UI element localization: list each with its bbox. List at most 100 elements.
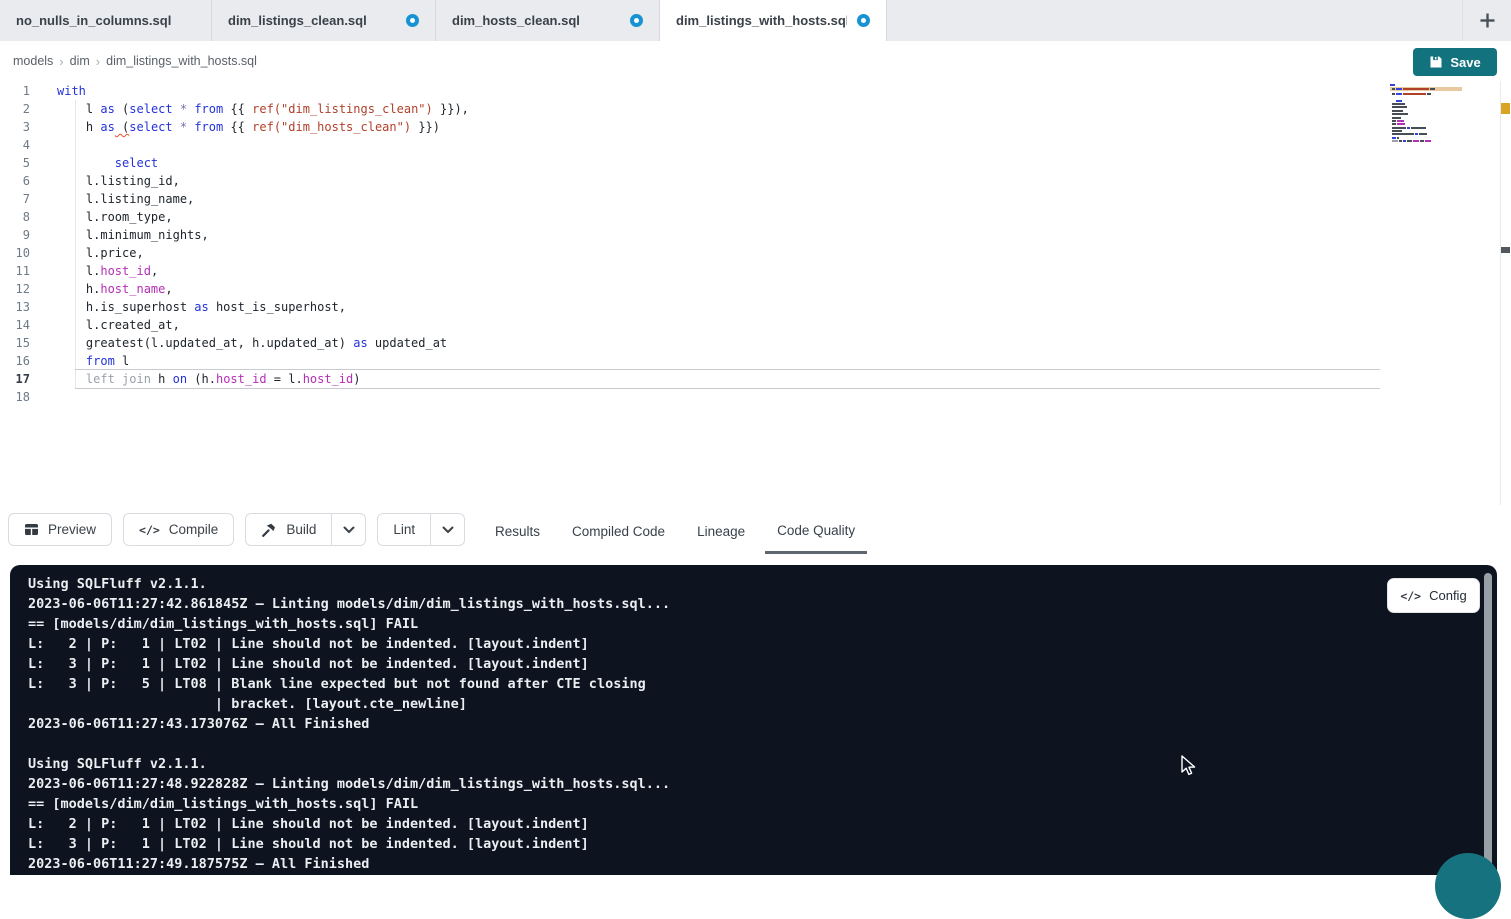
scrollbar-thumb[interactable] xyxy=(1501,247,1510,253)
minimap-row xyxy=(1390,100,1462,102)
code-text: l.price, xyxy=(57,244,144,262)
code-line: 8 l.room_type, xyxy=(0,208,1511,226)
code-text: h.host_name, xyxy=(57,280,173,298)
editor-tab[interactable]: dim_hosts_clean.sql xyxy=(436,0,660,41)
minimap-segment xyxy=(1392,93,1395,95)
code-line: 18 xyxy=(0,388,1511,406)
minimap-segment xyxy=(1396,100,1402,102)
minimap-segment xyxy=(1392,110,1403,112)
minimap-segment xyxy=(1392,123,1396,125)
breadcrumb-separator-icon: › xyxy=(59,54,63,69)
tab-bar: no_nulls_in_columns.sql dim_listings_clea… xyxy=(0,0,1511,41)
tab-label: no_nulls_in_columns.sql xyxy=(16,13,171,28)
code-line: 5 select xyxy=(0,154,1511,172)
terminal-line: 2023-06-06T11:27:43.173076Z — All Finish… xyxy=(28,714,670,734)
line-number: 12 xyxy=(0,280,30,298)
minimap-segment xyxy=(1392,127,1406,129)
code-line: 17 left join h on (h.host_id = l.host_id… xyxy=(0,370,1511,388)
code-line: 10 l.price, xyxy=(0,244,1511,262)
minimap-segment xyxy=(1392,117,1401,119)
editor-scrollbar[interactable] xyxy=(1500,81,1511,505)
modified-dot-icon xyxy=(406,14,419,27)
config-button[interactable]: </> Config xyxy=(1387,578,1480,613)
code-line: 6 l.listing_id, xyxy=(0,172,1511,190)
breadcrumb-item[interactable]: models xyxy=(13,54,53,68)
terminal-scrollbar[interactable] xyxy=(1484,573,1492,872)
lint-dropdown-button[interactable] xyxy=(430,513,465,546)
minimap-segment xyxy=(1397,120,1404,122)
minimap-segment xyxy=(1392,130,1402,132)
minimap-row xyxy=(1390,113,1462,115)
code-line: 13 h.is_superhost as host_is_superhost, xyxy=(0,298,1511,316)
minimap-segment xyxy=(1413,140,1419,142)
plus-icon xyxy=(1479,12,1496,29)
line-number: 6 xyxy=(0,172,30,190)
code-text: l.minimum_nights, xyxy=(57,226,209,244)
line-number: 13 xyxy=(0,298,30,316)
minimap-segment xyxy=(1397,123,1405,125)
line-number: 18 xyxy=(0,388,30,406)
panel-tab-compiled-code[interactable]: Compiled Code xyxy=(560,509,677,554)
code-text: h.is_superhost as host_is_superhost, xyxy=(57,298,346,316)
terminal-panel[interactable]: Using SQLFluff v2.1.1.2023-06-06T11:27:4… xyxy=(10,565,1497,875)
panel-tab-code-quality[interactable]: Code Quality xyxy=(765,509,867,554)
terminal-line: | bracket. [layout.cte_newline] xyxy=(28,694,670,714)
terminal-line: == [models/dim/dim_listings_with_hosts.s… xyxy=(28,614,670,634)
minimap-segment xyxy=(1403,93,1426,95)
build-dropdown-button[interactable] xyxy=(331,513,366,546)
line-number: 4 xyxy=(0,136,30,154)
compile-button[interactable]: </> Compile xyxy=(123,513,234,546)
minimap-segment xyxy=(1425,140,1431,142)
code-line: 7 l.listing_name, xyxy=(0,190,1511,208)
line-number: 1 xyxy=(0,82,30,100)
minimap-segment xyxy=(1420,140,1424,142)
save-button[interactable]: Save xyxy=(1413,48,1497,76)
panel-tab-results[interactable]: Results xyxy=(483,509,552,554)
help-chat-bubble[interactable] xyxy=(1435,853,1501,919)
terminal-line: 2023-06-06T11:27:48.922828Z — Linting mo… xyxy=(28,774,670,794)
minimap-segment xyxy=(1392,137,1396,139)
tab-label: dim_hosts_clean.sql xyxy=(452,13,580,28)
code-line: 4 xyxy=(0,136,1511,154)
code-line: 16 from l xyxy=(0,352,1511,370)
code-text: l as (select * from {{ ref("dim_listings… xyxy=(57,100,469,118)
preview-button[interactable]: Preview xyxy=(8,513,112,546)
terminal-line: == [models/dim/dim_listings_with_hosts.s… xyxy=(28,794,670,814)
minimap-row xyxy=(1390,120,1462,122)
config-label: Config xyxy=(1429,588,1467,603)
minimap-row xyxy=(1390,106,1462,108)
modified-dot-icon xyxy=(857,14,870,27)
minimap-segment xyxy=(1407,127,1410,129)
breadcrumb-item[interactable]: dim xyxy=(70,54,90,68)
minimap-segment xyxy=(1430,88,1435,90)
editor-tab[interactable]: dim_listings_clean.sql xyxy=(212,0,436,41)
code-text: greatest(l.updated_at, h.updated_at) as … xyxy=(57,334,447,352)
code-line: 12 h.host_name, xyxy=(0,280,1511,298)
build-button[interactable]: Build xyxy=(245,513,331,546)
line-number: 9 xyxy=(0,226,30,244)
minimap-row xyxy=(1390,103,1462,105)
code-text: with xyxy=(57,82,86,100)
lint-button[interactable]: Lint xyxy=(377,513,430,546)
breadcrumb-item[interactable]: dim_listings_with_hosts.sql xyxy=(106,54,257,68)
code-text: l.created_at, xyxy=(57,316,180,334)
minimap-row xyxy=(1390,137,1462,139)
code-line: 2 l as (select * from {{ ref("dim_listin… xyxy=(0,100,1511,118)
minimap-row xyxy=(1390,117,1462,119)
minimap-segment xyxy=(1399,140,1402,142)
terminal-line: Using SQLFluff v2.1.1. xyxy=(28,574,670,594)
terminal-line: L: 2 | P: 1 | LT02 | Line should not be … xyxy=(28,814,670,834)
minimap-segment xyxy=(1396,93,1402,95)
code-editor[interactable]: 1 with2 l as (select * from {{ ref("dim_l… xyxy=(0,81,1511,505)
minimap-row xyxy=(1390,123,1462,125)
new-tab-button[interactable] xyxy=(1462,0,1511,41)
terminal-line: L: 3 | P: 1 | LT02 | Line should not be … xyxy=(28,654,670,674)
editor-tab[interactable]: no_nulls_in_columns.sql xyxy=(0,0,212,41)
minimap-row xyxy=(1390,87,1462,91)
line-number: 10 xyxy=(0,244,30,262)
editor-tab[interactable]: dim_listings_with_hosts.sql xyxy=(660,0,887,41)
line-number: 14 xyxy=(0,316,30,334)
panel-tab-lineage[interactable]: Lineage xyxy=(685,509,757,554)
terminal-line: Using SQLFluff v2.1.1. xyxy=(28,754,670,774)
minimap[interactable] xyxy=(1390,84,1462,144)
